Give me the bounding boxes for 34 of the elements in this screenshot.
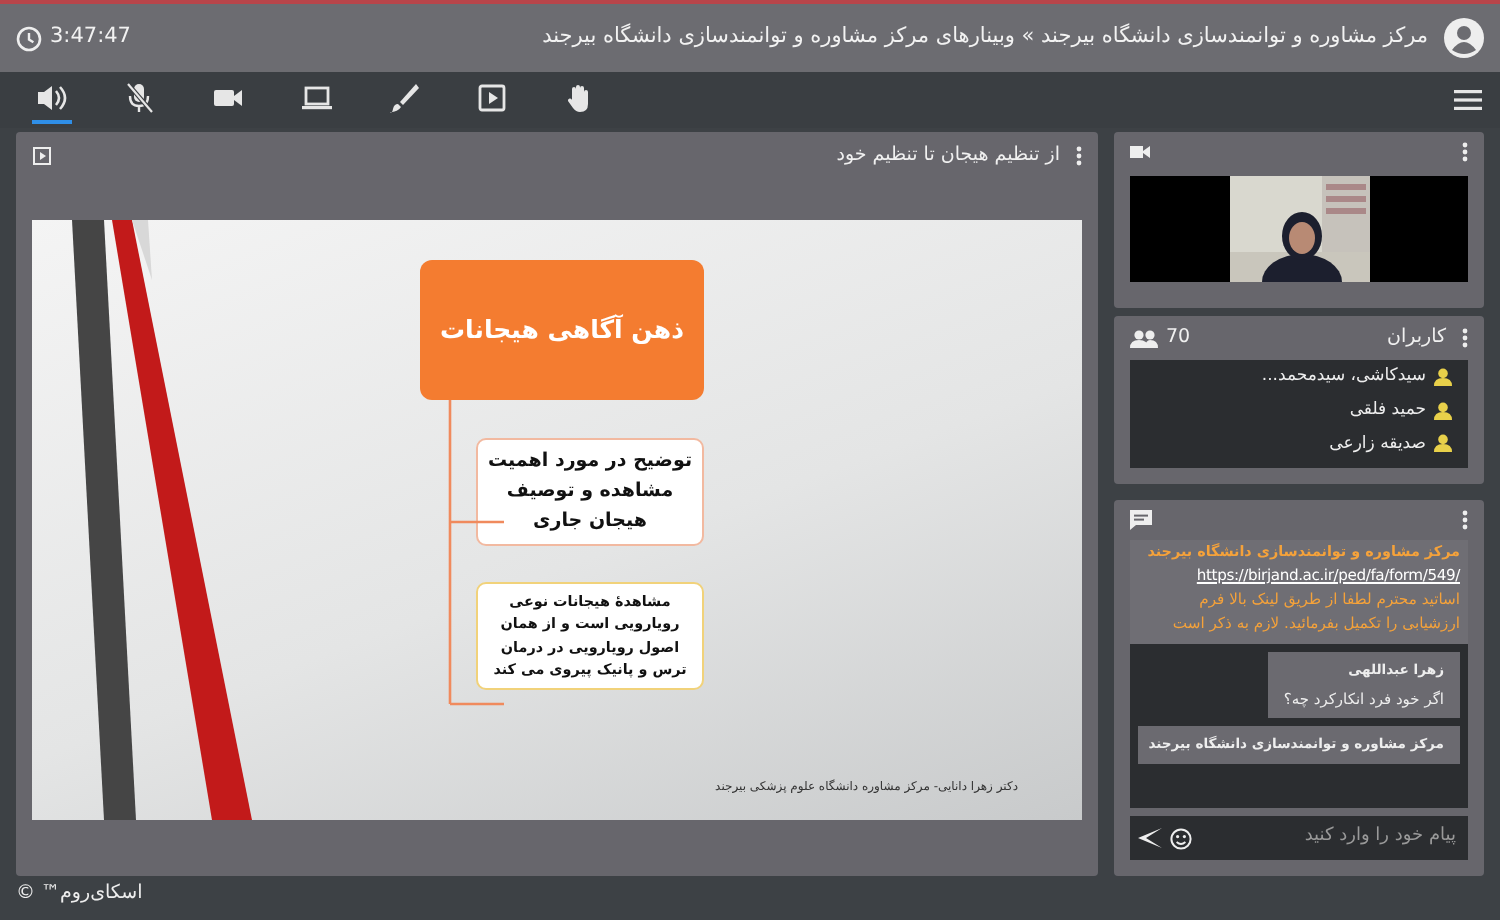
user-icon — [1434, 367, 1452, 386]
more-icon[interactable] — [1462, 142, 1468, 162]
user-name: حمید فلقی — [1349, 397, 1426, 423]
mic-off-icon — [124, 82, 156, 114]
camera-icon — [1130, 144, 1150, 160]
more-icon[interactable] — [1462, 328, 1468, 348]
brush-icon — [388, 82, 420, 114]
more-icon[interactable] — [1462, 510, 1468, 530]
session-timer: 3:47:47 — [50, 22, 131, 53]
chat-icon — [1130, 510, 1152, 530]
emoji-icon[interactable] — [1170, 827, 1192, 849]
play-icon — [476, 82, 508, 114]
speaker-icon — [36, 82, 68, 114]
message-input[interactable]: پیام خود را وارد کنید — [1220, 822, 1460, 854]
slide-box: توضیح در مورد اهمیت مشاهده و توصیف هیجان جاری — [476, 438, 704, 546]
panel-title: از تنظیم هیجان تا تنظیم خود — [836, 141, 1060, 170]
user-icon — [1434, 401, 1452, 420]
user-count: 70 — [1166, 323, 1191, 352]
avatar-icon[interactable] — [1444, 18, 1484, 58]
play-icon — [32, 146, 52, 166]
clock-icon — [16, 25, 42, 51]
user-icon — [1434, 434, 1452, 453]
more-icon[interactable] — [1076, 146, 1082, 166]
panel-title: کاربران — [1386, 323, 1446, 352]
send-icon[interactable] — [1138, 828, 1162, 848]
menu-icon[interactable] — [1452, 84, 1484, 116]
laptop-icon — [300, 82, 332, 114]
room-title: مرکز مشاوره و توانمندسازی دانشگاه بیرجند » وبینارهای مرکز مشاوره و توانمندسازی دانشگاه بیرجند — [542, 22, 1428, 53]
slide-heading: ذهن آگاهی هیجانات — [420, 260, 704, 400]
users-icon — [1130, 329, 1158, 347]
user-name: صدیقه زارعی — [1329, 431, 1426, 457]
message-field[interactable]: پیام خود را وارد کنید — [1130, 816, 1468, 860]
user-name: سیدکاشی، سیدمحمد... — [1261, 364, 1426, 390]
brand-text: اسکای‌روم™ © — [16, 879, 143, 908]
